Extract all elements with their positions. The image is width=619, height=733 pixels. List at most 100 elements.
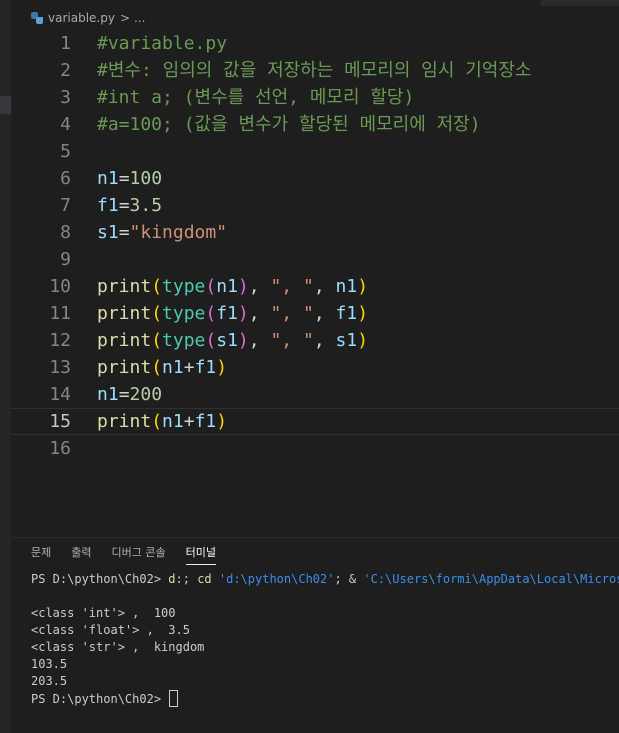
code-token: , bbox=[248, 276, 271, 297]
code-token: , bbox=[248, 330, 271, 351]
code-token: ( bbox=[151, 357, 163, 378]
code-line[interactable]: 16 bbox=[11, 435, 619, 462]
code-line[interactable]: 14 n1=200 bbox=[11, 381, 619, 408]
code-token: print bbox=[97, 411, 152, 432]
line-number: 14 bbox=[49, 384, 71, 405]
terminal-output-line: 203.5 bbox=[31, 674, 68, 688]
terminal-prompt-line[interactable]: PS D:\python\Ch02> bbox=[31, 690, 179, 708]
breadcrumb-more[interactable]: ... bbox=[134, 11, 145, 25]
code-token: ) bbox=[237, 276, 249, 297]
terminal-text: ; & bbox=[334, 572, 364, 586]
code-line[interactable]: 7 f1=3.5 bbox=[11, 192, 619, 219]
code-token: = bbox=[118, 222, 130, 243]
code-token: ( bbox=[151, 303, 163, 324]
terminal-path: 'd:\python\Ch02' bbox=[218, 572, 335, 586]
code-token: f1 bbox=[194, 411, 217, 432]
code-editor[interactable]: 1 #variable.py 2 #변수: 임의의 값을 저장하는 메모리의 임시 기… bbox=[11, 30, 619, 530]
code-text: print(type(s1), ", ", s1) bbox=[97, 327, 368, 354]
terminal-output-line: <class 'float'> , 3.5 bbox=[31, 623, 190, 637]
code-token: = bbox=[118, 384, 130, 405]
code-token: ( bbox=[205, 330, 217, 351]
code-token: print bbox=[97, 330, 152, 351]
tab-bar-edge bbox=[541, 0, 619, 6]
code-token: ( bbox=[205, 276, 217, 297]
code-token: type bbox=[162, 330, 206, 351]
line-number: 16 bbox=[49, 438, 71, 459]
code-token: ) bbox=[357, 303, 369, 324]
tab-terminal[interactable]: 터미널 bbox=[185, 545, 216, 565]
terminal-prompt: PS D:\python\Ch02> bbox=[31, 572, 169, 586]
line-number: 11 bbox=[49, 303, 71, 324]
code-line[interactable]: 9 bbox=[11, 246, 619, 273]
code-token: f1 bbox=[216, 303, 238, 324]
line-number: 13 bbox=[49, 357, 71, 378]
code-line[interactable]: 15 print(n1+f1) bbox=[11, 408, 619, 435]
code-line[interactable]: 2 #변수: 임의의 값을 저장하는 메모리의 임시 기억장소 bbox=[11, 57, 619, 84]
code-token: print bbox=[97, 357, 152, 378]
code-text: n1=200 bbox=[97, 381, 162, 408]
tab-output[interactable]: 출력 bbox=[71, 545, 91, 565]
terminal-final-prompt: PS D:\python\Ch02> bbox=[31, 692, 169, 706]
breadcrumb-file[interactable]: variable.py bbox=[48, 11, 115, 25]
terminal-cmd-cd: cd bbox=[197, 572, 212, 586]
line-number: 9 bbox=[60, 249, 71, 270]
code-line[interactable]: 8 s1="kingdom" bbox=[11, 219, 619, 246]
terminal-command-line[interactable]: PS D:\python\Ch02> d:; cd 'd:\python\Ch0… bbox=[31, 571, 619, 588]
tab-problems[interactable]: 문제 bbox=[31, 545, 51, 565]
code-line[interactable]: 11 print(type(f1), ", ", f1) bbox=[11, 300, 619, 327]
code-token: ( bbox=[151, 276, 163, 297]
panel-tabs: 문제 출력 디버그 콘솔 터미널 bbox=[31, 545, 236, 565]
line-number: 5 bbox=[60, 141, 71, 162]
code-line[interactable]: 1 #variable.py bbox=[11, 30, 619, 57]
code-token: ", " bbox=[270, 330, 314, 351]
sidebar-selection-marker bbox=[0, 96, 11, 114]
code-text: s1="kingdom" bbox=[97, 219, 227, 246]
code-token: type bbox=[162, 303, 206, 324]
code-text: print(type(f1), ", ", f1) bbox=[97, 300, 368, 327]
code-token: ) bbox=[357, 276, 369, 297]
code-line[interactable]: 13 print(n1+f1) bbox=[11, 354, 619, 381]
code-line[interactable]: 6 n1=100 bbox=[11, 165, 619, 192]
code-line[interactable]: 12 print(type(s1), ", ", s1) bbox=[11, 327, 619, 354]
code-token: ( bbox=[151, 411, 163, 432]
line-number: 2 bbox=[60, 60, 71, 81]
code-text: f1=3.5 bbox=[97, 192, 162, 219]
code-token: n1 bbox=[97, 384, 119, 405]
code-token: + bbox=[183, 411, 195, 432]
code-token: type bbox=[162, 276, 206, 297]
code-token: print bbox=[97, 303, 152, 324]
line-number: 3 bbox=[60, 87, 71, 108]
line-number: 7 bbox=[60, 195, 71, 216]
code-token: ) bbox=[237, 330, 249, 351]
code-token: 3.5 bbox=[129, 195, 163, 216]
code-line[interactable]: 5 bbox=[11, 138, 619, 165]
code-line[interactable]: 3 #int a; (변수를 선언, 메모리 할당) bbox=[11, 84, 619, 111]
code-token: ) bbox=[216, 411, 228, 432]
code-token: n1 bbox=[335, 276, 358, 297]
terminal-text: ; bbox=[182, 572, 198, 586]
code-text: print(n1+f1) bbox=[97, 354, 227, 381]
code-line[interactable]: 4 #a=100; (값을 변수가 할당된 메모리에 저장) bbox=[11, 111, 619, 138]
code-text: #변수: 임의의 값을 저장하는 메모리의 임시 기억장소 bbox=[97, 57, 531, 84]
code-token: ( bbox=[151, 330, 163, 351]
breadcrumb[interactable]: variable.py > ... bbox=[31, 9, 145, 27]
tab-debug-console[interactable]: 디버그 콘솔 bbox=[112, 545, 166, 565]
code-token: #변수: 임의의 값을 저장하는 메모리의 임시 기억장소 bbox=[97, 60, 532, 81]
code-token: f1 bbox=[194, 357, 217, 378]
terminal-output-line: 103.5 bbox=[31, 657, 68, 671]
code-token: print bbox=[97, 276, 152, 297]
code-token: , bbox=[313, 330, 336, 351]
code-token: ", " bbox=[270, 276, 314, 297]
terminal-path: 'C:\Users\formi\AppData\Local\Microso bbox=[363, 572, 619, 586]
line-number: 10 bbox=[49, 276, 71, 297]
code-token: ( bbox=[205, 303, 217, 324]
line-number: 6 bbox=[60, 168, 71, 189]
line-number: 8 bbox=[60, 222, 71, 243]
line-number: 15 bbox=[49, 411, 71, 432]
code-line[interactable]: 10 print(type(n1), ", ", n1) bbox=[11, 273, 619, 300]
python-file-icon bbox=[31, 12, 43, 24]
code-text: #variable.py bbox=[97, 30, 227, 57]
code-token: #int a; (변수를 선언, 메모리 할당) bbox=[97, 87, 415, 108]
code-token: ) bbox=[357, 330, 369, 351]
code-token: , bbox=[313, 303, 336, 324]
